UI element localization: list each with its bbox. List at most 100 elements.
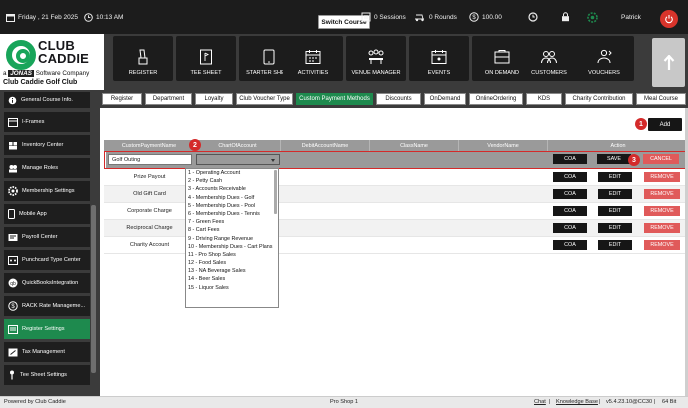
knowledge-base-link[interactable]: Knowledge Base <box>556 399 598 405</box>
tab-kds[interactable]: KDS <box>526 93 562 105</box>
dropdown-option[interactable]: 7 - Green Fees <box>186 218 278 226</box>
module-vouchers-button[interactable]: VOUCHERS <box>574 36 634 81</box>
dollar-icon: $ <box>8 301 18 311</box>
column-header-class-name[interactable]: ClassName <box>370 140 459 151</box>
iframe-icon <box>8 117 18 127</box>
time-display: 10:13 AM <box>84 10 123 24</box>
calendar-small-icon <box>6 13 15 22</box>
station-name: Pro Shop 1 <box>330 399 358 405</box>
sidebar-item-mobile-app[interactable]: Mobile App <box>4 204 90 224</box>
column-header-chart-of-account[interactable]: ChartOfAccount <box>195 140 281 151</box>
sidebar-item-punchcard-type-center[interactable]: Punchcard Type Center <box>4 250 90 270</box>
sidebar-item-payroll-center[interactable]: Payroll Center <box>4 227 90 247</box>
module-activities-button[interactable]: ACTIVITIES <box>283 36 343 81</box>
dropdown-option[interactable]: 1 - Operating Account <box>186 169 278 177</box>
row-remove-button[interactable]: REMOVE <box>644 172 680 182</box>
timer-icon <box>528 12 538 22</box>
row-edit-button[interactable]: EDIT <box>598 189 632 199</box>
module-customers-button[interactable]: CUSTOMERS <box>519 36 579 81</box>
dropdown-option[interactable]: 9 - Driving Range Revenue <box>186 235 278 243</box>
row-coa-button[interactable]: COA <box>553 223 587 233</box>
column-header-vendor-name[interactable]: VendorName <box>459 140 548 151</box>
column-header-action: Action <box>610 142 626 149</box>
tab-charity-contribution[interactable]: Charity Contribution <box>565 93 633 105</box>
mobile-icon <box>8 209 15 219</box>
sidebar-item-quickbooks-integration[interactable]: qb QuickBooksIntegration <box>4 273 90 293</box>
golf-cart-icon <box>415 14 424 22</box>
sidebar-item-manage-roles[interactable]: Manage Roles <box>4 158 90 178</box>
row-coa-button[interactable]: COA <box>553 172 587 182</box>
tab-loyalty[interactable]: Loyalty <box>195 93 233 105</box>
dropdown-option[interactable]: 11 - Pro Shop Sales <box>186 251 278 259</box>
sidebar-item-i-frames[interactable]: I-Frames <box>4 112 90 132</box>
tab-custom-payment-methods[interactable]: Custom Payment Methods <box>296 93 373 105</box>
module-label: VOUCHERS <box>588 70 620 76</box>
tab-ondemand[interactable]: OnDemand <box>424 93 466 105</box>
tax-icon <box>8 348 18 356</box>
dropdown-option[interactable]: 15 - Liquor Sales <box>186 284 278 292</box>
row-edit-button[interactable]: EDIT <box>598 206 632 216</box>
tab-club-voucher-type[interactable]: Club Voucher Type <box>236 93 293 105</box>
row-remove-button[interactable]: REMOVE <box>644 189 680 199</box>
row-remove-button[interactable]: REMOVE <box>644 206 680 216</box>
row-edit-button[interactable]: EDIT <box>598 223 632 233</box>
sidebar-item-general-course-info[interactable]: General Course Info. <box>4 92 90 108</box>
tablet-icon <box>263 49 275 65</box>
column-header-debit-account-name[interactable]: DebitAccountName <box>281 140 370 151</box>
dropdown-option[interactable]: 8 - Cart Fees <box>186 226 278 234</box>
module-events-button[interactable]: EVENTS <box>409 36 469 81</box>
module-venue-manager-button[interactable]: VENUE MANAGER <box>346 36 406 81</box>
dropdown-option[interactable]: 5 - Membership Dues - Pool <box>186 202 278 210</box>
tab-department[interactable]: Department <box>145 93 192 105</box>
add-button[interactable]: Add <box>648 118 682 131</box>
logo-tagline-prefix: a <box>3 70 7 77</box>
row-edit-button[interactable]: EDIT <box>598 172 632 182</box>
dropdown-option[interactable]: 14 - Beer Sales <box>186 275 278 283</box>
dropdown-option[interactable]: 6 - Membership Dues - Tennis <box>186 210 278 218</box>
sidebar-scrollbar[interactable] <box>91 205 96 373</box>
settings-sidebar: General Course Info. I-Frames Inventory … <box>0 90 100 396</box>
dropdown-option[interactable]: 12 - Food Sales <box>186 259 278 267</box>
module-tee-sheet-button[interactable]: TEE SHEET <box>176 36 236 81</box>
sidebar-item-tax-management[interactable]: Tax Management <box>4 342 90 362</box>
sidebar-item-inventory-center[interactable]: Inventory Center <box>4 135 90 155</box>
rounds-display: 0 Rounds <box>414 10 457 24</box>
dropdown-option[interactable]: 3 - Accounts Receivable <box>186 185 278 193</box>
dropdown-scrollbar[interactable] <box>274 170 277 214</box>
row-coa-button[interactable]: COA <box>553 206 587 216</box>
chat-link[interactable]: Chat <box>534 399 546 405</box>
scroll-up-button[interactable] <box>652 38 685 87</box>
sidebar-item-register-settings[interactable]: Register Settings <box>4 319 90 339</box>
sidebar-item-label: RACK Rate Manageme... <box>22 303 86 309</box>
dropdown-option[interactable]: 2 - Petty Cash <box>186 177 278 185</box>
module-register-button[interactable]: REGISTER <box>113 36 173 81</box>
user-name[interactable]: Patrick <box>621 10 641 24</box>
tab-discounts[interactable]: Discounts <box>376 93 421 105</box>
dropdown-option[interactable]: 13 - NA Beverage Sales <box>186 267 278 275</box>
row-edit-button[interactable]: EDIT <box>598 240 632 250</box>
tab-register[interactable]: Register <box>102 93 142 105</box>
module-label: ON DEMAND <box>484 70 520 76</box>
timer-icon-wrap[interactable] <box>528 10 538 24</box>
tab-meal-course[interactable]: Meal Course <box>636 93 686 105</box>
column-header-custom-payment-name[interactable]: CustomPaymentName <box>104 140 195 151</box>
sidebar-item-rack-rate-management[interactable]: $ RACK Rate Manageme... <box>4 296 90 316</box>
row-coa-button[interactable]: COA <box>553 240 587 250</box>
sidebar-item-tee-sheet-settings[interactable]: Tee Sheet Settings <box>4 365 90 385</box>
sidebar-item-membership-settings[interactable]: Membership Settings <box>4 181 90 201</box>
bitness-text: 64 Bit <box>662 399 677 405</box>
row-remove-button[interactable]: REMOVE <box>644 223 680 233</box>
row-remove-button[interactable]: REMOVE <box>644 240 680 250</box>
footer-separator: | <box>549 399 551 405</box>
power-button[interactable] <box>660 10 678 28</box>
module-label: CUSTOMERS <box>531 70 567 76</box>
tab-online-ordering[interactable]: OnlineOrdering <box>469 93 523 105</box>
balance-display: $ 100.00 <box>469 10 502 24</box>
row-coa-button[interactable]: COA <box>553 189 587 199</box>
sessions-icon <box>361 12 371 22</box>
lock-icon-wrap[interactable] <box>561 10 570 24</box>
step-badge-1: 1 <box>635 118 647 130</box>
dropdown-option[interactable]: 10 - Membership Dues - Cart Plans <box>186 243 278 251</box>
dropdown-option[interactable]: 4 - Membership Dues - Golf <box>186 194 278 202</box>
row-payment-name: Corporate Charge <box>127 208 172 214</box>
